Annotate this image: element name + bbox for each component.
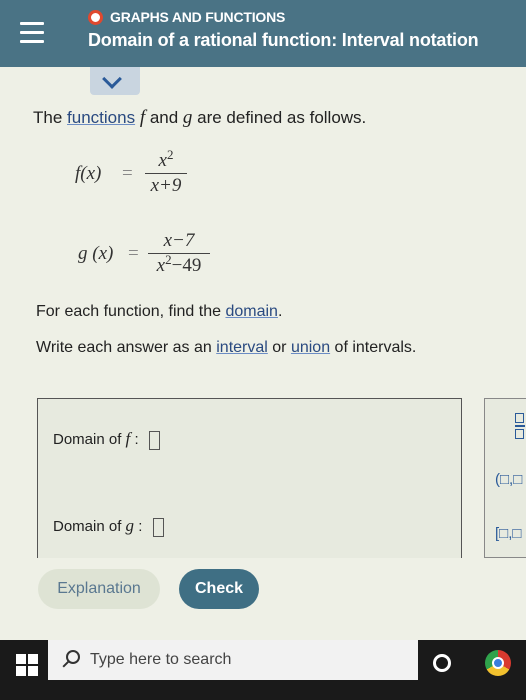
fraction-g: x−7 x2−49 xyxy=(148,229,210,278)
problem-intro: The functions f and g are defined as fol… xyxy=(33,107,367,128)
search-placeholder: Type here to search xyxy=(90,651,232,668)
fraction-f: x2 x+9 xyxy=(145,147,187,198)
functions-link[interactable]: functions xyxy=(67,108,135,127)
collapse-toggle[interactable] xyxy=(90,67,140,95)
domain-link[interactable]: domain xyxy=(225,303,277,320)
problem-content: The functions f and g are defined as fol… xyxy=(0,95,526,640)
equation-g: g (x) = x−7 x2−49 xyxy=(78,225,218,285)
domain-f-input[interactable] xyxy=(148,430,160,450)
instruction-domain: For each function, find the domain. xyxy=(36,303,283,320)
explanation-button[interactable]: Explanation xyxy=(38,569,160,609)
answer-area: Domain of f : Domain of g : xyxy=(37,398,462,558)
interval-link[interactable]: interval xyxy=(216,339,268,356)
page-title: Domain of a rational function: Interval … xyxy=(88,30,479,50)
domain-f-row: Domain of f : xyxy=(53,429,160,450)
equation-f: f(x) = x2 x+9 xyxy=(75,145,205,205)
check-button[interactable]: Check xyxy=(179,569,259,609)
open-interval-button[interactable]: (□,□ xyxy=(495,471,522,488)
closed-interval-button[interactable]: [□,□ xyxy=(495,525,521,542)
math-palette: (□,□ [□,□ xyxy=(484,398,526,558)
fraction-icon[interactable] xyxy=(515,413,525,439)
header-bar: GRAPHS AND FUNCTIONS Domain of a rationa… xyxy=(0,0,526,67)
domain-g-input[interactable] xyxy=(152,517,164,537)
chrome-icon[interactable] xyxy=(485,650,511,676)
instruction-format: Write each answer as an interval or unio… xyxy=(36,339,417,356)
chevron-down-icon xyxy=(102,69,122,89)
topic-status-icon xyxy=(88,10,103,25)
domain-g-row: Domain of g : xyxy=(53,516,164,537)
windows-taskbar: Type here to search xyxy=(0,640,526,700)
cortana-icon[interactable] xyxy=(433,654,451,672)
search-icon xyxy=(66,650,80,664)
topic-label: GRAPHS AND FUNCTIONS xyxy=(110,9,286,25)
union-link[interactable]: union xyxy=(291,339,330,356)
taskbar-search-box[interactable]: Type here to search xyxy=(48,640,418,680)
menu-icon[interactable] xyxy=(20,22,44,44)
windows-start-icon[interactable] xyxy=(16,654,38,676)
